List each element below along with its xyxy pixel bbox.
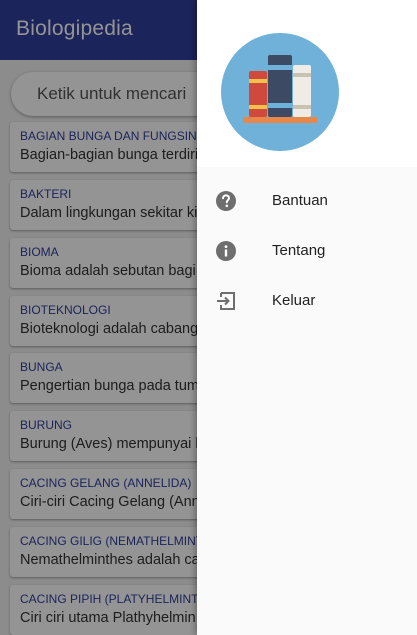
menu-item-label: Tentang [272, 242, 326, 259]
navigation-drawer: Bantuan Tentang Keluar [197, 0, 417, 635]
drawer-header [197, 0, 417, 167]
info-icon [216, 241, 236, 261]
exit-icon [217, 292, 235, 310]
menu-item-tentang[interactable]: Tentang [197, 227, 417, 275]
menu-item-label: Keluar [272, 292, 316, 309]
menu-item-bantuan[interactable]: Bantuan [197, 177, 417, 225]
menu-item-label: Bantuan [272, 192, 328, 209]
help-icon [216, 191, 236, 211]
menu-item-keluar[interactable]: Keluar [197, 277, 417, 325]
bookshelf-logo-icon [221, 33, 339, 151]
